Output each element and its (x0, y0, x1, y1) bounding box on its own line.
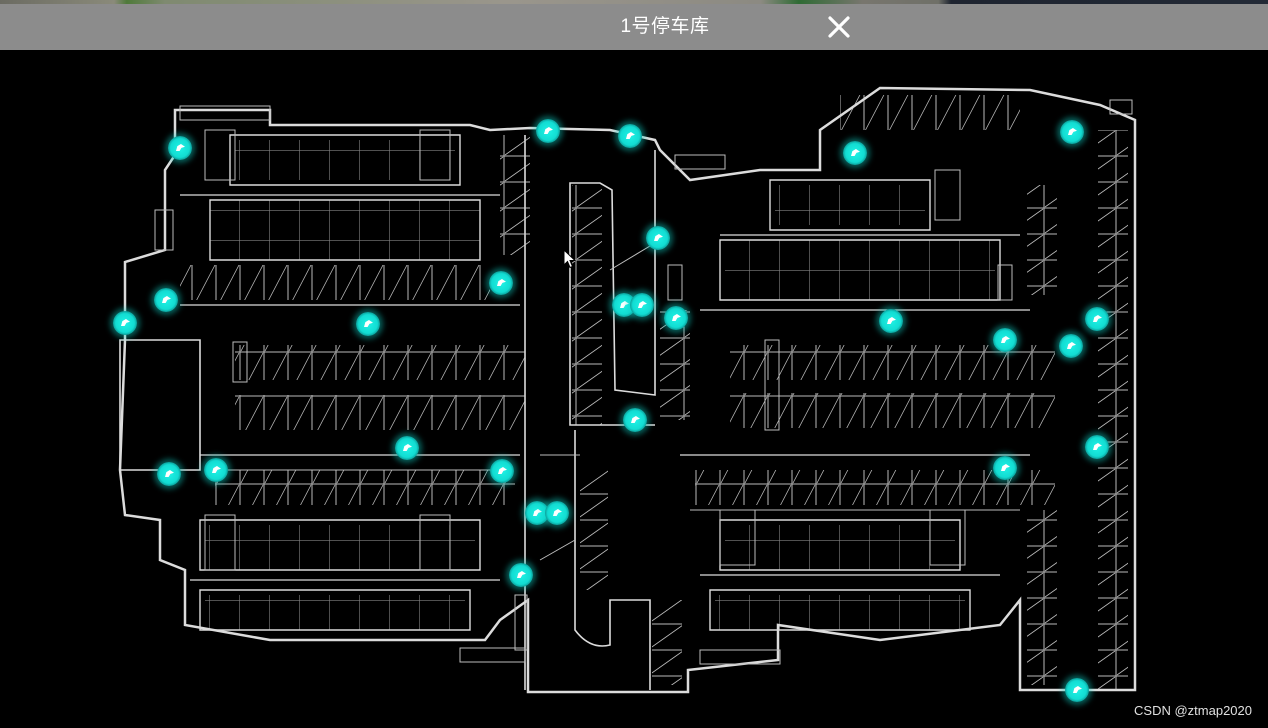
camera-marker[interactable] (509, 563, 533, 587)
camera-marker[interactable] (843, 141, 867, 165)
camera-marker[interactable] (1060, 120, 1084, 144)
camera-marker[interactable] (664, 306, 688, 330)
camera-marker[interactable] (879, 309, 903, 333)
camera-marker[interactable] (356, 312, 380, 336)
camera-marker[interactable] (395, 436, 419, 460)
camera-marker[interactable] (1059, 334, 1083, 358)
dialog-title: 1号停车库 (620, 16, 710, 37)
camera-marker[interactable] (204, 458, 228, 482)
camera-marker[interactable] (1085, 435, 1109, 459)
dialog-titlebar: 1号停车库 (0, 4, 1268, 50)
camera-marker[interactable] (646, 226, 670, 250)
camera-marker[interactable] (1065, 678, 1089, 702)
camera-marker[interactable] (545, 501, 569, 525)
camera-marker[interactable] (113, 311, 137, 335)
watermark: CSDN @ztmap2020 (1134, 703, 1252, 718)
camera-marker[interactable] (490, 459, 514, 483)
camera-marker[interactable] (489, 271, 513, 295)
camera-marker[interactable] (630, 293, 654, 317)
camera-marker[interactable] (993, 456, 1017, 480)
camera-marker[interactable] (623, 408, 647, 432)
camera-marker[interactable] (536, 119, 560, 143)
camera-marker[interactable] (1085, 307, 1109, 331)
close-icon (828, 16, 850, 38)
mouse-pointer-icon (563, 249, 577, 269)
camera-marker[interactable] (618, 124, 642, 148)
camera-marker[interactable] (993, 328, 1017, 352)
camera-marker[interactable] (157, 462, 181, 486)
camera-marker[interactable] (168, 136, 192, 160)
close-button[interactable] (826, 14, 852, 40)
camera-marker[interactable] (154, 288, 178, 312)
